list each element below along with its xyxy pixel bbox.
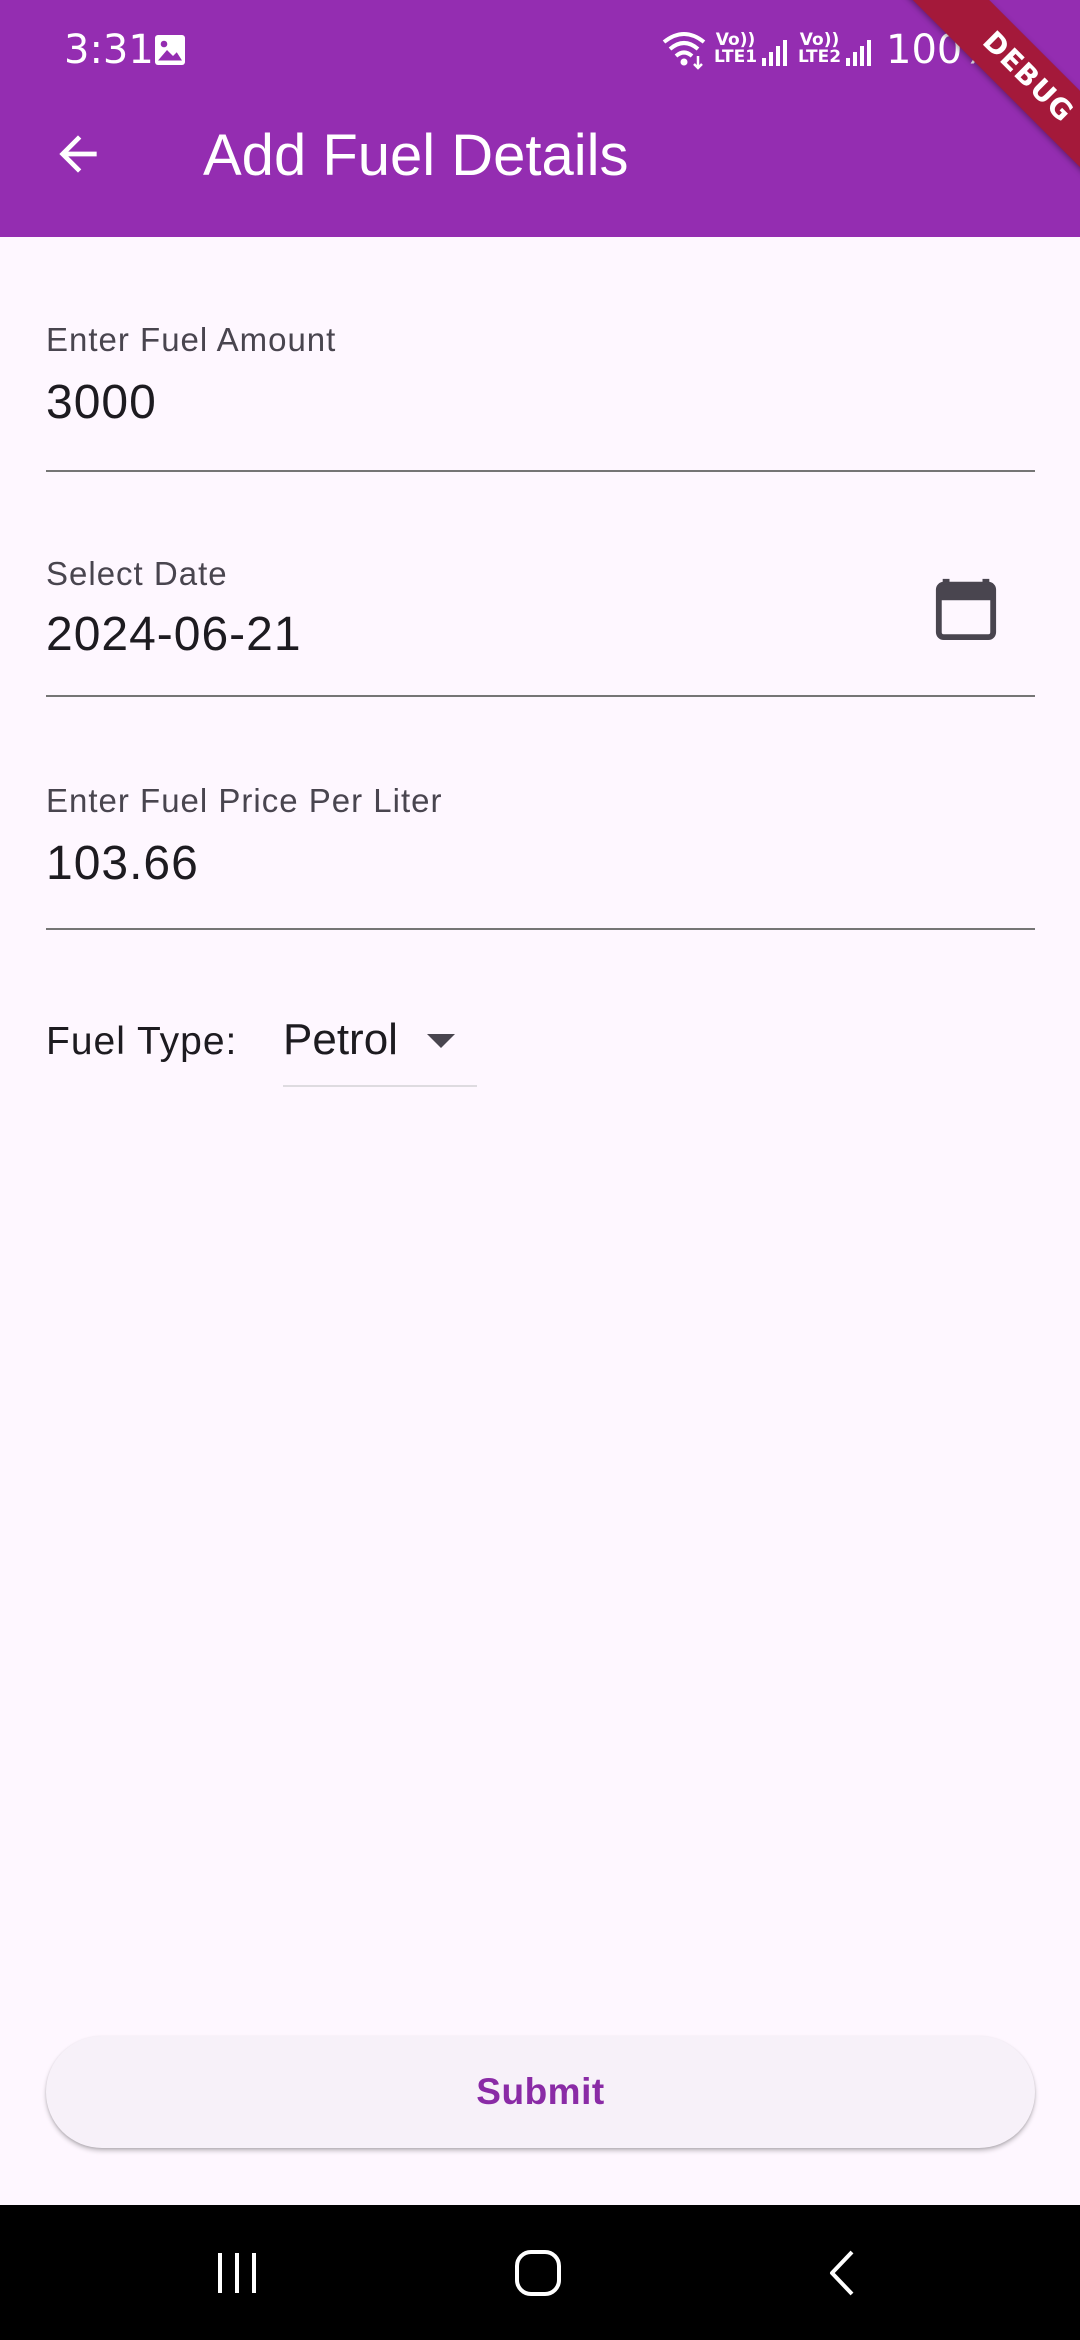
home-button[interactable]	[488, 2235, 588, 2311]
arrow-back-icon	[59, 135, 97, 173]
calendar-button[interactable]	[926, 568, 1006, 648]
page-title: Add Fuel Details	[203, 123, 629, 188]
fuel-price-field[interactable]: Enter Fuel Price Per Liter 103.66	[46, 767, 1035, 930]
back-icon	[830, 2250, 854, 2296]
dropdown-arrow-icon	[427, 1034, 455, 1048]
fuel-type-selected: Petrol	[283, 1015, 398, 1064]
fuel-amount-label: Enter Fuel Amount	[46, 321, 337, 358]
signal-icon	[846, 40, 871, 66]
fuel-price-label: Enter Fuel Price Per Liter	[46, 782, 443, 819]
home-icon	[515, 2250, 561, 2296]
status-bar: 3:31 Vo)) LTE1 Vo)) LTE2 100%	[0, 0, 1080, 100]
fuel-price-input[interactable]: 103.66	[46, 835, 199, 893]
date-input[interactable]: 2024-06-21	[46, 606, 302, 664]
date-label: Select Date	[46, 555, 228, 592]
fuel-type-label: Fuel Type:	[46, 1020, 238, 1063]
app-header: 3:31 Vo)) LTE1 Vo)) LTE2 100% Add Fuel D…	[0, 0, 1080, 237]
signal-icon	[762, 40, 787, 66]
sim2-label: Vo)) LTE2	[798, 30, 842, 67]
fuel-type-dropdown[interactable]: Petrol	[283, 1002, 477, 1087]
wifi-icon	[662, 32, 706, 70]
fuel-amount-input[interactable]: 3000	[46, 374, 157, 432]
sim1-label: Vo)) LTE1	[714, 30, 758, 67]
recents-icon	[218, 2253, 256, 2293]
system-nav-bar	[0, 2205, 1080, 2340]
system-back-button[interactable]	[792, 2235, 892, 2311]
gallery-icon	[155, 35, 185, 65]
date-field[interactable]: Select Date 2024-06-21	[46, 538, 1035, 697]
fuel-amount-field[interactable]: Enter Fuel Amount 3000	[46, 306, 1035, 472]
back-button[interactable]	[40, 116, 116, 192]
calendar-icon	[935, 578, 997, 641]
status-time: 3:31	[64, 27, 154, 73]
app-bar: Add Fuel Details	[0, 100, 1080, 237]
recents-button[interactable]	[187, 2235, 287, 2311]
submit-button[interactable]: Submit	[46, 2036, 1035, 2148]
